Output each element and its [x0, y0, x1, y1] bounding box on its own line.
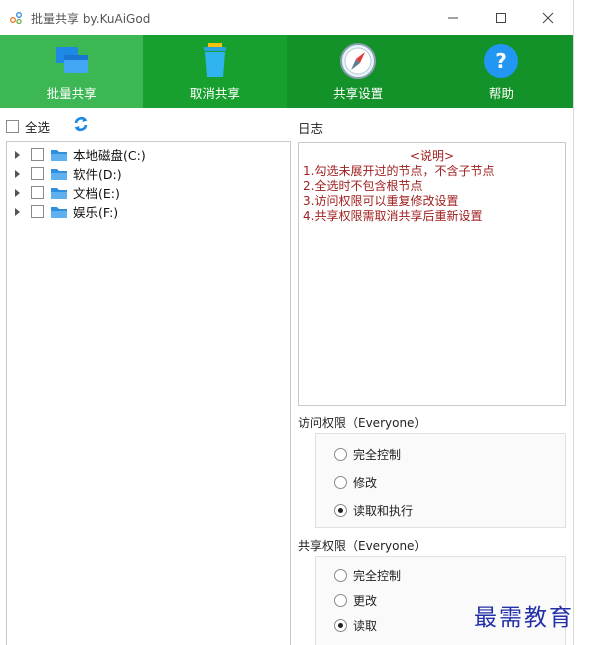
cancel-share-label: 取消共享 — [189, 86, 240, 101]
tree-item-label: 本地磁盘(C:) — [73, 148, 146, 163]
tree-item-label: 娱乐(F:) — [73, 205, 119, 220]
radio-label: 读取和执行 — [353, 504, 414, 518]
tree-item-f[interactable]: 娱乐(F:) — [7, 202, 118, 221]
app-window: 批量共享 by.KuAiGod 批量共享 取消共享 共享设置 ? 帮助 全选 本… — [0, 0, 574, 645]
radio-button[interactable] — [334, 569, 347, 582]
log-line: 4.共享权限需取消共享后重新设置 — [303, 209, 483, 223]
tree-item-e[interactable]: 文档(E:) — [7, 183, 120, 202]
radio-label: 完全控制 — [353, 448, 402, 462]
tree-checkbox[interactable] — [31, 167, 44, 180]
minimize-icon — [448, 17, 458, 19]
window-title: 批量共享 by.KuAiGod — [31, 12, 151, 26]
tree-item-label: 软件(D:) — [73, 167, 122, 182]
toolbar: 批量共享 取消共享 共享设置 ? 帮助 — [0, 35, 573, 108]
maximize-icon — [496, 13, 506, 23]
tree-checkbox[interactable] — [31, 148, 44, 161]
access-option-full-control[interactable]: 完全控制 — [334, 446, 401, 463]
app-dots-icon — [10, 12, 22, 25]
watermark-text: 最需教育 — [474, 605, 574, 631]
select-all-label: 全选 — [25, 119, 51, 135]
tree-item-label: 文档(E:) — [73, 186, 120, 201]
refresh-icon[interactable] — [72, 115, 90, 133]
folder-icon — [51, 168, 67, 180]
title-bar: 批量共享 by.KuAiGod — [0, 0, 573, 35]
tree-item-c[interactable]: 本地磁盘(C:) — [7, 145, 146, 164]
access-option-read-execute[interactable]: 读取和执行 — [334, 502, 413, 519]
expand-arrow-icon[interactable] — [15, 169, 20, 178]
tree-item-d[interactable]: 软件(D:) — [7, 164, 122, 183]
access-permission-title: 访问权限（Everyone） — [298, 416, 427, 430]
radio-label: 读取 — [353, 619, 378, 633]
share-option-read[interactable]: 读取 — [334, 617, 377, 634]
log-box[interactable]: <说明> 1.勾选未展开过的节点，不含子节点 2.全选时不包含根节点 3.访问权… — [298, 142, 566, 406]
radio-label: 完全控制 — [353, 569, 402, 583]
radio-label: 更改 — [353, 594, 378, 608]
share-settings-label: 共享设置 — [333, 86, 384, 101]
minimize-button[interactable] — [430, 4, 476, 32]
share-option-change[interactable]: 更改 — [334, 592, 377, 609]
share-option-full-control[interactable]: 完全控制 — [334, 567, 401, 584]
help-icon: ? — [481, 41, 521, 81]
help-label: 帮助 — [488, 86, 514, 101]
compass-icon — [338, 41, 378, 81]
select-all[interactable]: 全选 — [6, 117, 50, 135]
help-button[interactable]: ? 帮助 — [429, 35, 573, 108]
radio-button[interactable] — [334, 476, 347, 489]
select-all-checkbox[interactable] — [6, 119, 19, 133]
expand-arrow-icon[interactable] — [15, 150, 20, 159]
drive-tree[interactable]: 本地磁盘(C:) 软件(D:) 文档(E:) 娱乐(F:) — [6, 141, 291, 645]
cancel-share-button[interactable]: 取消共享 — [143, 35, 286, 108]
log-title: 日志 — [298, 121, 324, 136]
radio-button-selected[interactable] — [334, 504, 347, 517]
radio-label: 修改 — [353, 476, 378, 490]
folder-icon — [51, 187, 67, 199]
radio-button[interactable] — [334, 448, 347, 461]
radio-button[interactable] — [334, 594, 347, 607]
maximize-button[interactable] — [478, 4, 524, 32]
access-permission-group: 完全控制 修改 读取和执行 — [315, 433, 566, 528]
share-settings-button[interactable]: 共享设置 — [286, 35, 430, 108]
batch-share-label: 批量共享 — [46, 86, 97, 101]
tree-checkbox[interactable] — [31, 205, 44, 218]
close-icon — [542, 12, 554, 24]
folder-icon — [51, 149, 67, 161]
trash-bin-icon — [195, 41, 235, 81]
batch-share-button[interactable]: 批量共享 — [0, 35, 144, 108]
expand-arrow-icon[interactable] — [15, 207, 20, 216]
folder-icon — [51, 206, 67, 218]
close-button[interactable] — [525, 4, 571, 32]
share-permission-title: 共享权限（Everyone） — [298, 539, 427, 553]
access-option-modify[interactable]: 修改 — [334, 474, 377, 491]
radio-button-selected[interactable] — [334, 619, 347, 632]
windows-share-icon — [52, 41, 92, 81]
tree-checkbox[interactable] — [31, 186, 44, 199]
expand-arrow-icon[interactable] — [15, 188, 20, 197]
svg-text:?: ? — [496, 49, 508, 73]
